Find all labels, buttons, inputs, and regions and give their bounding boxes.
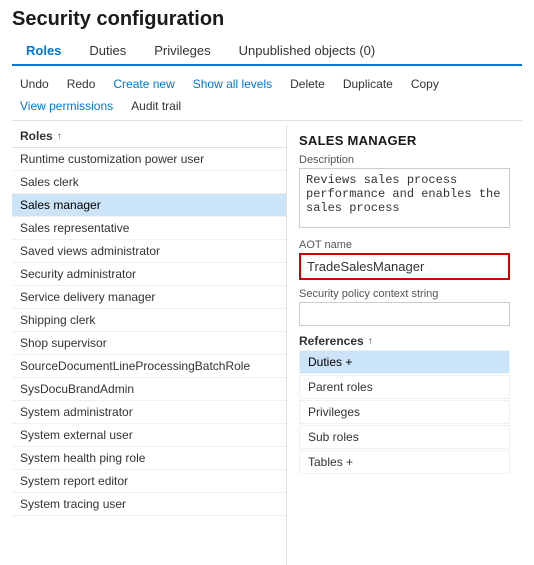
- references-sort-icon: ↑: [368, 336, 373, 347]
- aot-name-value[interactable]: TradeSalesManager: [299, 253, 510, 280]
- list-sort-icon: ↑: [57, 131, 62, 142]
- ref-item-privileges[interactable]: Privileges: [299, 400, 510, 424]
- references-section: References ↑ Duties + Parent roles Privi…: [299, 334, 510, 474]
- ref-item-sub-roles[interactable]: Sub roles: [299, 425, 510, 449]
- list-item[interactable]: Security administrator: [12, 263, 286, 286]
- delete-button[interactable]: Delete: [282, 74, 333, 94]
- description-label: Description: [299, 154, 510, 166]
- list-item[interactable]: Service delivery manager: [12, 286, 286, 309]
- tab-bar: Roles Duties Privileges Unpublished obje…: [12, 37, 522, 66]
- list-item[interactable]: System health ping role: [12, 447, 286, 470]
- page-container: Security configuration Roles Duties Priv…: [0, 0, 534, 565]
- list-item-selected[interactable]: Sales manager: [12, 194, 286, 217]
- view-permissions-button[interactable]: View permissions: [12, 96, 121, 116]
- ref-item-duties[interactable]: Duties +: [299, 350, 510, 374]
- copy-button[interactable]: Copy: [403, 74, 447, 94]
- list-item[interactable]: Runtime customization power user: [12, 148, 286, 171]
- list-item[interactable]: System administrator: [12, 401, 286, 424]
- toolbar: Undo Redo Create new Show all levels Del…: [12, 70, 522, 121]
- description-field: Description Reviews sales process perfor…: [299, 154, 510, 231]
- show-all-levels-button[interactable]: Show all levels: [185, 74, 280, 94]
- security-policy-field: Security policy context string: [299, 288, 510, 326]
- list-item[interactable]: Shop supervisor: [12, 332, 286, 355]
- security-policy-input[interactable]: [299, 302, 510, 326]
- list-item[interactable]: SysDocuBrandAdmin: [12, 378, 286, 401]
- tab-duties[interactable]: Duties: [75, 37, 140, 64]
- list-header-label: Roles: [20, 129, 53, 143]
- list-item[interactable]: Sales representative: [12, 217, 286, 240]
- duplicate-button[interactable]: Duplicate: [335, 74, 401, 94]
- main-content: Roles ↑ Runtime customization power user…: [12, 125, 522, 565]
- references-label: References: [299, 334, 364, 348]
- ref-item-parent-roles[interactable]: Parent roles: [299, 375, 510, 399]
- list-header: Roles ↑: [12, 125, 286, 148]
- tab-roles[interactable]: Roles: [12, 37, 75, 66]
- undo-button[interactable]: Undo: [12, 74, 57, 94]
- aot-name-field: AOT name TradeSalesManager: [299, 239, 510, 280]
- tab-unpublished[interactable]: Unpublished objects (0): [225, 37, 390, 64]
- detail-title: SALES MANAGER: [299, 133, 510, 148]
- references-header: References ↑: [299, 334, 510, 348]
- tab-privileges[interactable]: Privileges: [140, 37, 224, 64]
- list-item[interactable]: Sales clerk: [12, 171, 286, 194]
- list-item[interactable]: Shipping clerk: [12, 309, 286, 332]
- ref-item-tables[interactable]: Tables +: [299, 450, 510, 474]
- page-title: Security configuration: [12, 8, 522, 31]
- aot-name-label: AOT name: [299, 239, 510, 251]
- references-list: Duties + Parent roles Privileges Sub rol…: [299, 350, 510, 474]
- redo-button[interactable]: Redo: [59, 74, 104, 94]
- list-item[interactable]: System tracing user: [12, 493, 286, 516]
- security-policy-label: Security policy context string: [299, 288, 510, 300]
- left-panel: Roles ↑ Runtime customization power user…: [12, 125, 287, 565]
- list-item[interactable]: System external user: [12, 424, 286, 447]
- list-item[interactable]: SourceDocumentLineProcessingBatchRole: [12, 355, 286, 378]
- right-panel: SALES MANAGER Description Reviews sales …: [287, 125, 522, 565]
- create-new-button[interactable]: Create new: [105, 74, 182, 94]
- list-item[interactable]: Saved views administrator: [12, 240, 286, 263]
- description-textarea[interactable]: Reviews sales process performance and en…: [299, 168, 510, 228]
- roles-list: Runtime customization power user Sales c…: [12, 148, 286, 516]
- list-item[interactable]: System report editor: [12, 470, 286, 493]
- audit-trail-button[interactable]: Audit trail: [123, 96, 189, 116]
